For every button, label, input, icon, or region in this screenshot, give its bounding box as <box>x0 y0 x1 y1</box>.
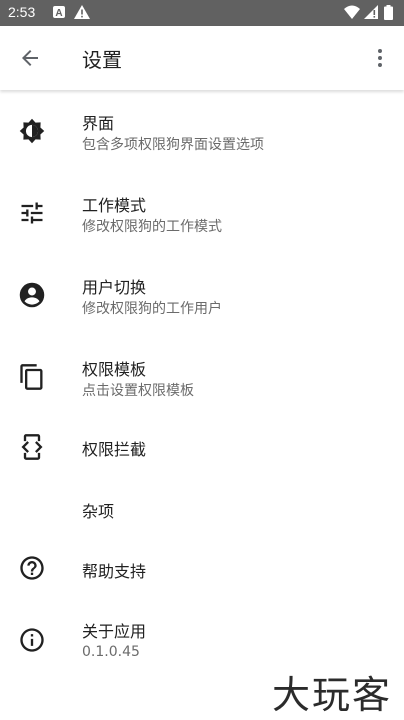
notification-a-icon: A <box>53 6 65 19</box>
settings-item-permission-intercept[interactable]: 权限拦截 <box>0 418 404 476</box>
settings-item-misc[interactable]: 杂项 <box>0 482 404 536</box>
status-bar: 2:53 A <box>0 0 404 26</box>
settings-item-title: 权限拦截 <box>82 440 147 459</box>
settings-item-title: 用户切换 <box>82 278 147 297</box>
settings-item-subtitle: 修改权限狗的工作用户 <box>82 301 222 317</box>
settings-item-title: 杂项 <box>82 502 115 521</box>
tune-sliders-icon <box>21 202 43 224</box>
app-version: 0.1.0.45 <box>82 644 140 660</box>
settings-item-permission-template[interactable]: 权限模板 点击设置权限模板 <box>0 336 404 418</box>
watermark-logo: 大玩客 <box>272 673 393 717</box>
help-circle-icon <box>20 556 44 580</box>
brightness-icon <box>19 118 45 144</box>
settings-item-interface[interactable]: 界面 包含多项权限狗界面设置选项 <box>0 90 404 172</box>
status-time: 2:53 <box>8 4 36 20</box>
battery-icon <box>384 5 393 20</box>
warning-icon <box>74 5 90 19</box>
svg-text:A: A <box>55 8 62 19</box>
app-bar: 设置 <box>0 26 404 90</box>
code-brackets-icon <box>21 434 43 460</box>
settings-item-subtitle: 修改权限狗的工作模式 <box>82 219 222 235</box>
settings-item-switch-user[interactable]: 用户切换 修改权限狗的工作用户 <box>0 254 404 336</box>
settings-item-subtitle: 包含多项权限狗界面设置选项 <box>82 137 264 153</box>
page-title: 设置 <box>82 48 122 72</box>
settings-item-help[interactable]: 帮助支持 <box>0 542 404 596</box>
settings-item-title: 帮助支持 <box>82 562 147 581</box>
settings-item-title: 权限模板 <box>82 360 147 379</box>
copy-icon <box>20 364 43 390</box>
account-circle-icon <box>19 282 45 308</box>
info-circle-icon <box>20 628 44 652</box>
settings-item-title: 关于应用 <box>82 622 147 641</box>
settings-item-subtitle: 点击设置权限模板 <box>82 383 194 399</box>
settings-item-title: 界面 <box>82 114 115 133</box>
settings-item-work-mode[interactable]: 工作模式 修改权限狗的工作模式 <box>0 172 404 254</box>
more-vert-icon[interactable] <box>368 46 392 70</box>
wifi-icon <box>344 5 360 19</box>
settings-item-title: 工作模式 <box>82 196 147 215</box>
back-arrow-icon[interactable] <box>16 46 44 70</box>
signal-icon <box>364 5 378 19</box>
